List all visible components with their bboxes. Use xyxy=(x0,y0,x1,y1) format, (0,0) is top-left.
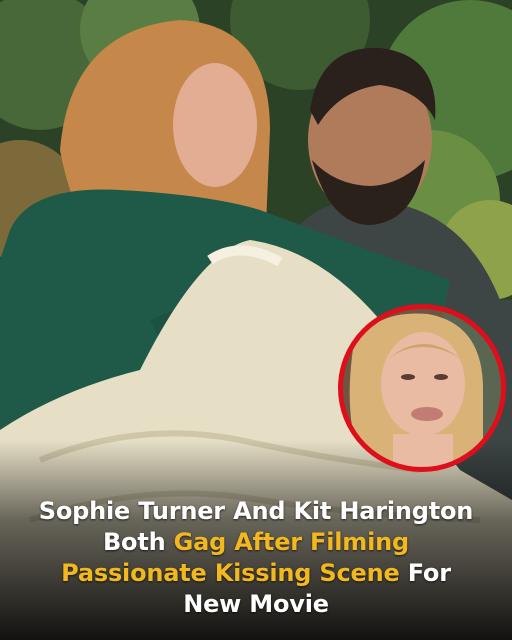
headline-highlight-1: Gag After Filming xyxy=(173,528,410,556)
headline-line-4: New Movie xyxy=(183,590,329,618)
headline-line-1: Sophie Turner And Kit Harington xyxy=(38,497,474,525)
headline-line-2: Both Gag After Filming xyxy=(12,527,500,558)
headline-line-2-text: Both xyxy=(102,528,174,556)
headline-highlight-2: Passionate Kissing Scene xyxy=(61,559,400,587)
inset-reaction-face xyxy=(343,309,501,467)
post-image: Sophie Turner And Kit Harington Both Gag… xyxy=(0,0,512,640)
headline-line-3: Passionate Kissing Scene For xyxy=(12,558,500,589)
inset-circle-photo xyxy=(338,304,506,472)
headline-line-3-text: For xyxy=(399,559,451,587)
headline: Sophie Turner And Kit Harington Both Gag… xyxy=(0,496,512,620)
